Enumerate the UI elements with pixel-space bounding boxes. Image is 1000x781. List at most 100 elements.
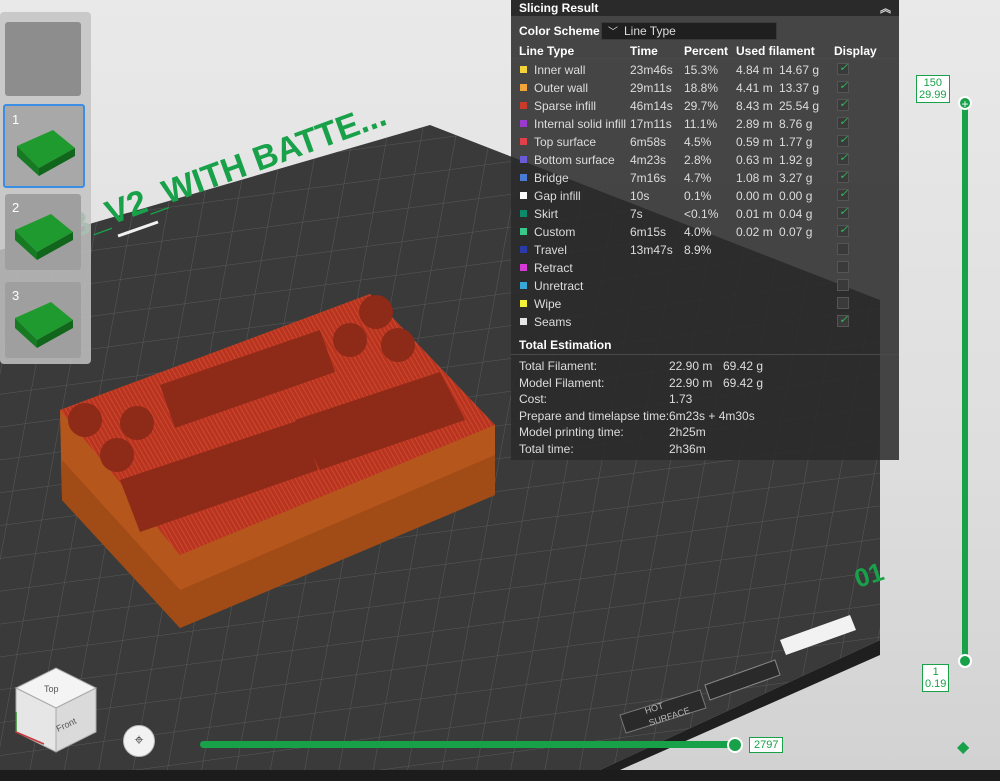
plate-thumb-3[interactable]: 3	[5, 282, 81, 358]
display-checkbox[interactable]	[837, 313, 849, 327]
display-checkbox[interactable]	[837, 205, 849, 219]
estimation-row: Cost: 1.73	[511, 391, 899, 408]
line-type-color-swatch	[520, 66, 527, 73]
line-type-percent: 18.8%	[684, 81, 719, 95]
display-checkbox[interactable]	[837, 169, 849, 183]
total-estimation-title: Total Estimation	[519, 338, 612, 352]
top-layer-number: 150	[923, 77, 942, 89]
bottom-layer-height: 0.19	[925, 678, 947, 690]
line-type-row: Skirt 7s <0.1% 0.01 m 0.04 g	[511, 205, 899, 223]
plate-3-preview-icon	[15, 302, 73, 348]
line-type-length: 4.84 m	[736, 63, 773, 77]
estimation-value-1: 2h25m	[669, 425, 706, 439]
color-scheme-select[interactable]: ﹀ Line Type	[601, 22, 777, 40]
bottom-layer-number: 1	[932, 666, 939, 678]
line-type-row: Retract	[511, 259, 899, 277]
line-type-percent: 4.0%	[684, 225, 712, 239]
col-display: Display	[834, 44, 877, 58]
line-type-time: 46m14s	[630, 99, 673, 113]
line-type-name: Skirt	[534, 207, 558, 221]
display-checkbox[interactable]	[837, 297, 849, 309]
col-used-filament: Used filament	[736, 44, 815, 58]
line-type-name: Bottom surface	[534, 153, 615, 167]
display-checkbox[interactable]	[837, 187, 849, 201]
add-pause-plus-icon[interactable]: +	[958, 96, 972, 111]
line-type-percent: 8.9%	[684, 243, 712, 257]
line-type-length: 4.41 m	[736, 81, 773, 95]
line-type-name: Seams	[534, 315, 572, 329]
plate-1-preview-icon	[17, 130, 75, 176]
display-checkbox[interactable]	[837, 243, 849, 255]
move-slider-handle[interactable]	[727, 737, 743, 753]
line-type-length: 8.43 m	[736, 99, 773, 113]
collapse-icon[interactable]: ︽	[880, 0, 891, 16]
display-checkbox[interactable]	[837, 97, 849, 111]
bottom-layer-readout: 1 0.19	[922, 664, 950, 692]
layers-icon[interactable]: ◆	[957, 737, 969, 757]
line-type-color-swatch	[520, 210, 527, 217]
plate-thumb-1[interactable]: 1	[3, 104, 85, 188]
estimation-value-1: 2h36m	[669, 441, 706, 456]
line-type-time: 7m16s	[630, 171, 667, 185]
line-type-name: Bridge	[534, 171, 569, 185]
line-type-color-swatch	[520, 318, 527, 325]
line-type-row: Internal solid infill 17m11s 11.1% 2.89 m 8.…	[511, 115, 899, 133]
line-type-percent: 0.1%	[684, 189, 712, 203]
line-type-name: Inner wall	[534, 63, 586, 77]
bottom-strip	[0, 770, 1000, 781]
line-type-length: 0.63 m	[736, 153, 773, 167]
line-type-name: Wipe	[534, 297, 562, 311]
line-type-rows: Inner wall 23m46s 15.3% 4.84 m 14.67 g Outer …	[511, 61, 899, 331]
slicing-result-title: Slicing Result	[519, 1, 599, 15]
display-checkbox[interactable]	[837, 61, 849, 75]
plate-thumb-2[interactable]: 2	[5, 194, 81, 270]
estimation-label: Prepare and timelapse time:	[519, 408, 670, 423]
line-type-time: 6m58s	[630, 135, 667, 149]
line-type-percent: 15.3%	[684, 63, 719, 77]
view-cube[interactable]: Top Front	[8, 660, 108, 760]
display-checkbox[interactable]	[837, 279, 849, 291]
line-type-name: Unretract	[534, 279, 584, 293]
line-type-color-swatch	[520, 228, 527, 235]
line-type-name: Top surface	[534, 135, 597, 149]
display-checkbox[interactable]	[837, 151, 849, 165]
layer-slider-bottom-handle[interactable]	[958, 654, 972, 668]
estimation-label: Cost:	[519, 392, 548, 406]
slicing-result-panel: Slicing Result ︽ Color Scheme ﹀ Line Type…	[511, 0, 899, 460]
line-type-row: Wipe	[511, 295, 899, 313]
estimation-row: Model Filament: 22.90 m 69.42 g	[511, 375, 899, 392]
line-type-time: 23m46s	[630, 63, 673, 77]
estimation-value-1: 6m23s + 4m30s	[669, 408, 755, 423]
display-checkbox[interactable]	[837, 133, 849, 147]
line-type-row: Top surface 6m58s 4.5% 0.59 m 1.77 g	[511, 133, 899, 151]
line-type-row: Sparse infill 46m14s 29.7% 8.43 m 25.54 g	[511, 97, 899, 115]
display-checkbox[interactable]	[837, 223, 849, 237]
line-type-weight: 3.27 g	[779, 171, 813, 185]
camera-reset-icon[interactable]: ⌖	[123, 725, 155, 757]
line-type-time: 4m23s	[630, 153, 667, 167]
line-type-length: 0.59 m	[736, 135, 773, 149]
line-type-color-swatch	[520, 192, 527, 199]
display-checkbox[interactable]	[837, 261, 849, 273]
line-type-percent: 4.7%	[684, 171, 712, 185]
estimation-label: Model printing time:	[519, 425, 624, 439]
display-checkbox[interactable]	[837, 79, 849, 93]
estimation-value-1: 22.90 m	[669, 375, 713, 390]
line-type-length: 2.89 m	[736, 117, 773, 131]
layer-slider-track[interactable]	[962, 100, 968, 662]
line-type-weight: 14.67 g	[779, 63, 820, 77]
plate-thumb-empty[interactable]	[5, 22, 81, 96]
color-scheme-label: Color Scheme	[519, 24, 600, 38]
line-type-weight: 0.07 g	[779, 225, 813, 239]
display-checkbox[interactable]	[837, 115, 849, 129]
line-type-length: 0.00 m	[736, 189, 773, 203]
line-type-row: Unretract	[511, 277, 899, 295]
line-type-weight: 0.00 g	[779, 189, 813, 203]
move-slider-value: 2797	[749, 737, 784, 753]
estimation-value-1: 1.73	[669, 392, 693, 406]
slicing-result-header: Slicing Result ︽	[511, 0, 899, 16]
line-type-row: Outer wall 29m11s 18.8% 4.41 m 13.37 g	[511, 79, 899, 97]
plate-2-preview-icon	[15, 214, 73, 260]
move-slider-track[interactable]	[200, 741, 738, 748]
line-type-row: Bottom surface 4m23s 2.8% 0.63 m 1.92 g	[511, 151, 899, 169]
